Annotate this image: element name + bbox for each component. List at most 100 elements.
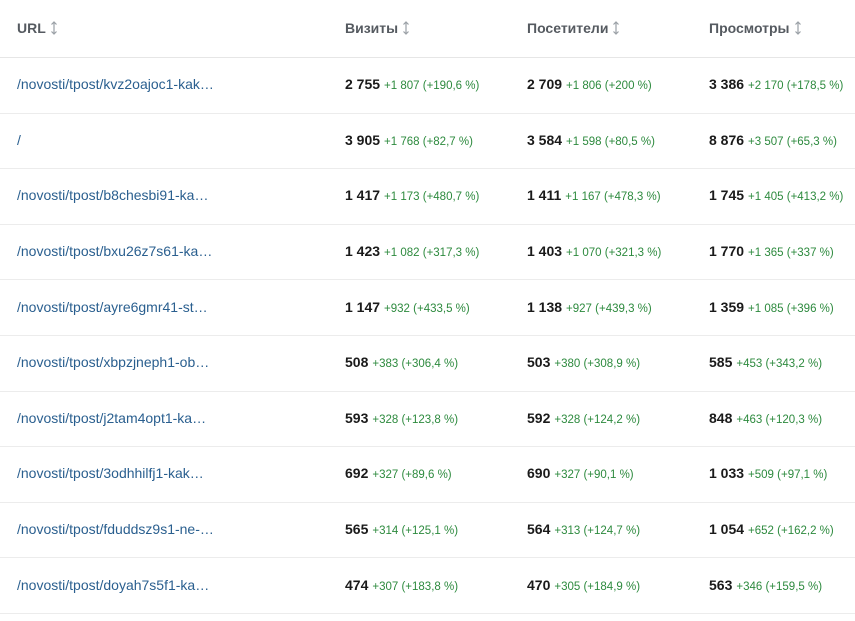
visits-delta: +1 082 (+317,3 %) (384, 247, 480, 260)
url-link[interactable]: /novosti/tpost/doyah7s5f1-ka… (17, 577, 209, 593)
header-views-cell[interactable]: Просмотры (707, 20, 855, 38)
visitors-delta: +305 (+184,9 %) (554, 580, 641, 593)
sort-updown-icon[interactable] (794, 20, 802, 35)
visits-value: 508 (345, 354, 369, 371)
views-value: 585 (709, 354, 733, 371)
views-delta: +1 365 (+337 %) (748, 247, 834, 260)
visitors-delta: +1 167 (+478,3 %) (565, 191, 661, 204)
visits-delta: +314 (+125,1 %) (372, 525, 459, 538)
visitors-cell: 1 411 +1 167 (+478,3 %) (525, 187, 707, 205)
views-delta: +463 (+120,3 %) (736, 413, 823, 426)
visitors-value: 690 (527, 465, 551, 482)
header-visitors-label: Посетители (527, 19, 609, 36)
sort-updown-icon[interactable] (402, 20, 410, 35)
views-value: 1 054 (709, 521, 745, 538)
visits-cell: 508 +383 (+306,4 %) (343, 354, 525, 372)
table-row: /novosti/tpost/bxu26z7s61-ka… 1 423 +1 08… (0, 225, 855, 281)
sort-updown-icon[interactable] (50, 20, 58, 35)
visits-value: 1 417 (345, 187, 381, 204)
visits-value: 593 (345, 409, 369, 426)
visits-cell: 1 147 +932 (+433,5 %) (343, 299, 525, 317)
url-link[interactable]: /novosti/tpost/bxu26z7s61-ka… (17, 243, 212, 259)
views-cell: 1 745 +1 405 (+413,2 %) (707, 187, 855, 205)
visitors-cell: 564 +313 (+124,7 %) (525, 521, 707, 539)
url-link[interactable]: /novosti/tpost/xbpzjneph1-ob… (17, 354, 209, 370)
visitors-cell: 1 403 +1 070 (+321,3 %) (525, 243, 707, 261)
visitors-value: 3 584 (527, 131, 563, 148)
views-value: 848 (709, 409, 733, 426)
visits-value: 474 (345, 576, 369, 593)
visitors-delta: +328 (+124,2 %) (554, 413, 641, 426)
visits-cell: 1 423 +1 082 (+317,3 %) (343, 243, 525, 261)
header-visits[interactable]: Визиты (345, 20, 410, 36)
table-row: /novosti/tpost/j2tam4opt1-ka… 593 +328 (+… (0, 392, 855, 448)
url-cell: /novosti/tpost/fduddsz9s1-ne-… (0, 521, 343, 539)
visitors-cell: 503 +380 (+308,9 %) (525, 354, 707, 372)
visitors-value: 1 138 (527, 298, 563, 315)
table-header: URL Визиты Посетители Просмотры (0, 0, 855, 58)
visitors-delta: +1 070 (+321,3 %) (566, 247, 662, 260)
url-cell: /novosti/tpost/b8chesbi91-ka… (0, 187, 343, 205)
visitors-delta: +1 806 (+200 %) (566, 80, 652, 93)
header-url-label: URL (17, 19, 46, 36)
views-delta: +1 085 (+396 %) (748, 302, 834, 315)
url-link[interactable]: /novosti/tpost/ayre6gmr41-st… (17, 299, 208, 315)
url-cell: /novosti/tpost/bxu26z7s61-ka… (0, 243, 343, 261)
views-delta: +453 (+343,2 %) (736, 358, 823, 371)
url-link[interactable]: /novosti/tpost/fduddsz9s1-ne-… (17, 521, 214, 537)
views-value: 1 770 (709, 243, 745, 260)
visits-delta: +1 173 (+480,7 %) (384, 191, 480, 204)
visitors-value: 503 (527, 354, 551, 371)
url-cell: /novosti/tpost/doyah7s5f1-ka… (0, 577, 343, 595)
views-value: 1 745 (709, 187, 745, 204)
visitors-value: 1 403 (527, 243, 563, 260)
views-value: 3 386 (709, 76, 745, 93)
header-views-label: Просмотры (709, 19, 790, 36)
visitors-delta: +313 (+124,7 %) (554, 525, 641, 538)
visitors-cell: 592 +328 (+124,2 %) (525, 410, 707, 428)
visits-value: 2 755 (345, 76, 381, 93)
url-link[interactable]: /novosti/tpost/j2tam4opt1-ka… (17, 410, 206, 426)
visits-value: 565 (345, 521, 369, 538)
traffic-table: URL Визиты Посетители Просмотры /novosti… (0, 0, 855, 614)
table-row: /novosti/tpost/doyah7s5f1-ka… 474 +307 (+… (0, 558, 855, 614)
visits-value: 692 (345, 465, 369, 482)
visits-delta: +1 768 (+82,7 %) (384, 135, 473, 148)
table-body: /novosti/tpost/kvz2oajoc1-kak… 2 755 +1 8… (0, 58, 855, 614)
header-visitors-cell[interactable]: Посетители (525, 20, 707, 38)
url-link[interactable]: /novosti/tpost/kvz2oajoc1-kak… (17, 76, 214, 92)
url-link[interactable]: / (17, 132, 21, 148)
visitors-cell: 2 709 +1 806 (+200 %) (525, 76, 707, 94)
header-url[interactable]: URL (17, 20, 58, 36)
views-value: 1 033 (709, 465, 745, 482)
visits-cell: 3 905 +1 768 (+82,7 %) (343, 132, 525, 150)
visitors-value: 470 (527, 576, 551, 593)
views-value: 563 (709, 576, 733, 593)
header-url-cell[interactable]: URL (0, 20, 343, 38)
table-row: /novosti/tpost/b8chesbi91-ka… 1 417 +1 17… (0, 169, 855, 225)
visits-delta: +1 807 (+190,6 %) (384, 80, 480, 93)
visitors-value: 592 (527, 409, 551, 426)
header-visitors[interactable]: Посетители (527, 20, 620, 36)
views-delta: +346 (+159,5 %) (736, 580, 823, 593)
views-cell: 563 +346 (+159,5 %) (707, 577, 855, 595)
visits-cell: 565 +314 (+125,1 %) (343, 521, 525, 539)
visits-cell: 2 755 +1 807 (+190,6 %) (343, 76, 525, 94)
views-delta: +3 507 (+65,3 %) (748, 135, 837, 148)
url-link[interactable]: /novosti/tpost/b8chesbi91-ka… (17, 187, 208, 203)
url-link[interactable]: /novosti/tpost/3odhhilfj1-kak… (17, 465, 204, 481)
views-delta: +509 (+97,1 %) (748, 469, 828, 482)
visits-cell: 593 +328 (+123,8 %) (343, 410, 525, 428)
table-row: /novosti/tpost/3odhhilfj1-kak… 692 +327 (… (0, 447, 855, 503)
visits-value: 1 423 (345, 243, 381, 260)
header-visits-cell[interactable]: Визиты (343, 20, 525, 38)
visitors-value: 564 (527, 521, 551, 538)
views-delta: +1 405 (+413,2 %) (748, 191, 844, 204)
header-views[interactable]: Просмотры (709, 20, 802, 36)
sort-updown-icon[interactable] (612, 20, 620, 35)
visits-value: 1 147 (345, 298, 381, 315)
visits-value: 3 905 (345, 131, 381, 148)
views-cell: 8 876 +3 507 (+65,3 %) (707, 132, 855, 150)
visitors-cell: 470 +305 (+184,9 %) (525, 577, 707, 595)
table-row: /novosti/tpost/fduddsz9s1-ne-… 565 +314 (… (0, 503, 855, 559)
